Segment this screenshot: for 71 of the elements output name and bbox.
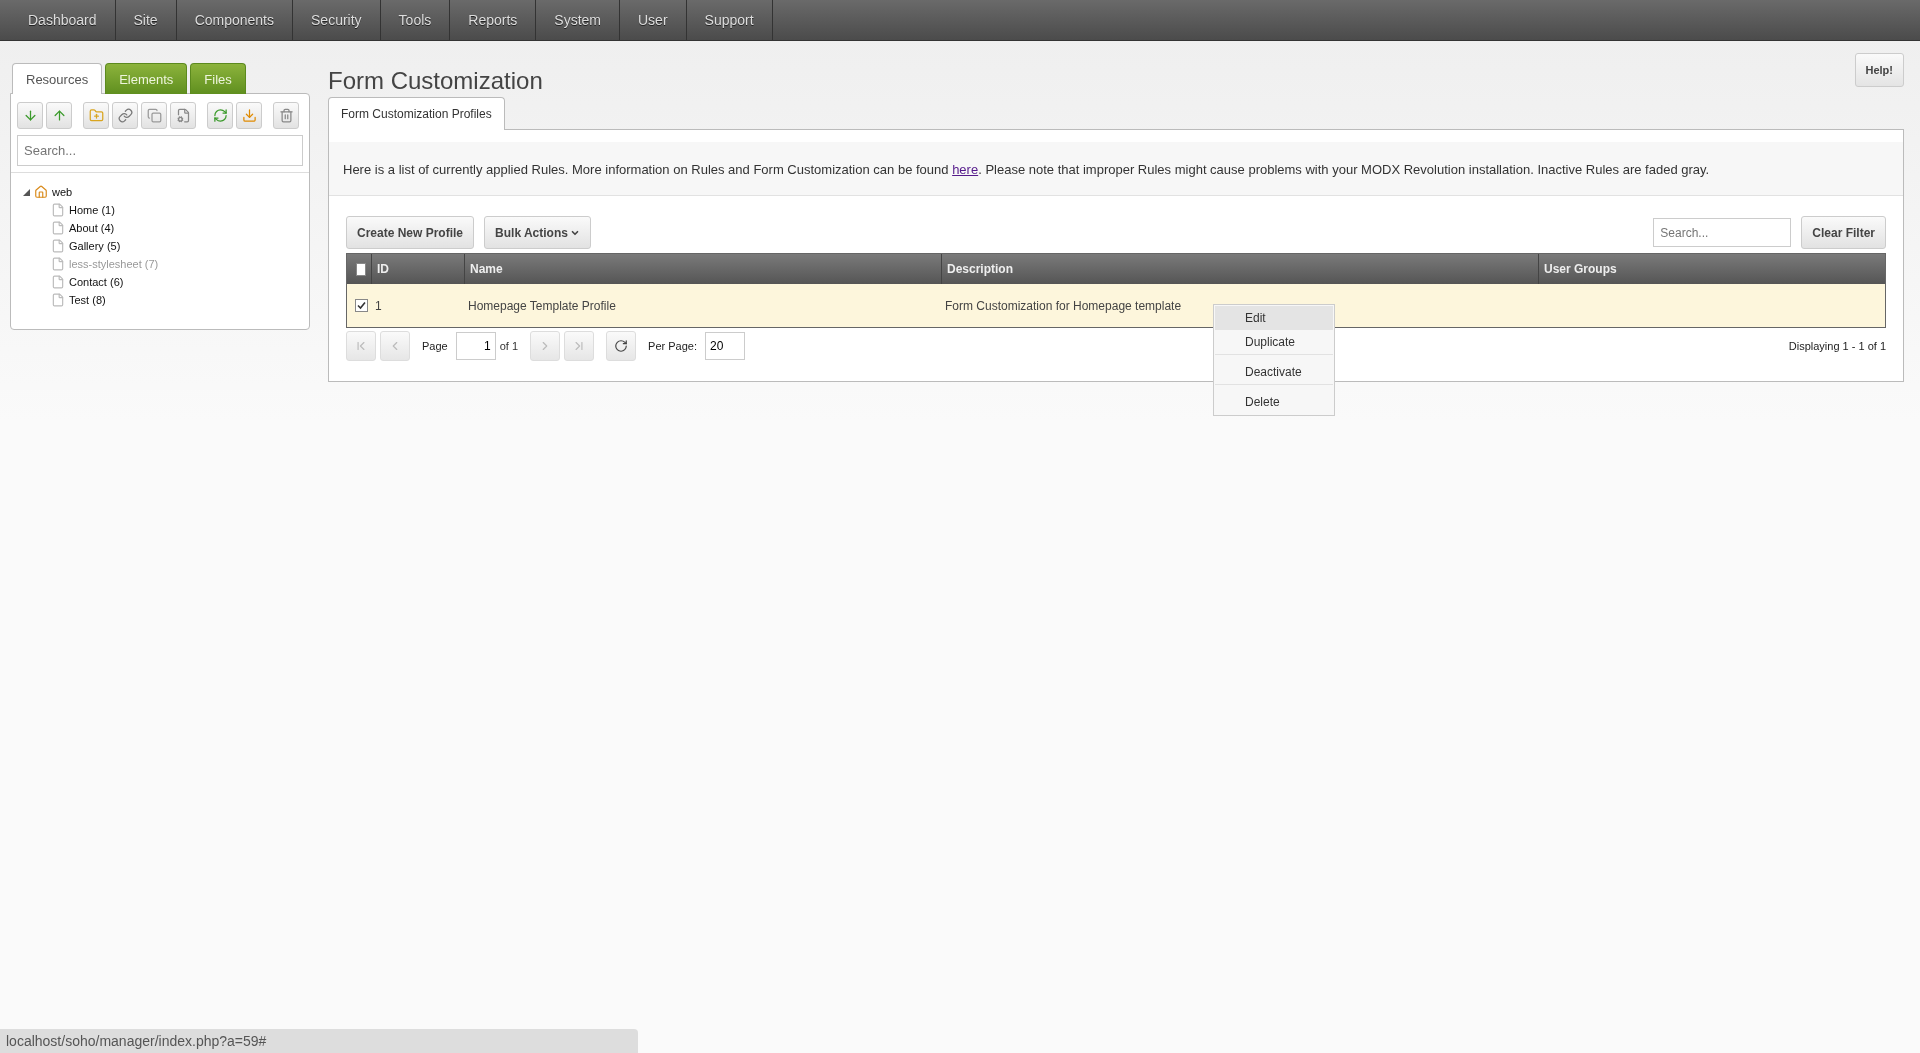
toolbar-button[interactable] [207,102,233,129]
toolbar-button[interactable] [17,102,43,129]
page-title: Form Customization [328,66,543,95]
status-bar-url: localhost/soho/manager/index.php?a=59# [0,1029,638,1053]
first-page-icon [354,339,368,353]
context-menu-item[interactable]: Edit [1215,306,1333,330]
toolbar-button[interactable] [236,102,262,129]
help-button[interactable]: Help! [1854,53,1904,87]
document-icon [51,203,65,217]
tree-node[interactable]: About (4) [69,222,115,234]
table-cell-text: 1 [374,297,383,315]
sidebar-tab[interactable]: Resources [12,63,103,94]
row-checkbox[interactable] [355,299,368,312]
refresh-icon [212,108,228,123]
content-tab[interactable]: Form Customization Profiles [328,97,505,130]
first-page-button[interactable] [346,331,376,361]
table-cell-text: Form Customization for Homepage template [944,297,1183,315]
refresh-icon [614,339,629,353]
page-count: of 1 [499,340,519,352]
nav-menu-item[interactable]: User [620,0,687,40]
context-menu-item[interactable]: Delete [1215,390,1333,414]
document-icon [51,257,65,271]
nav-menu-item[interactable]: Dashboard [10,0,116,40]
nav-menu-item[interactable]: Support [686,0,773,40]
dropdown-button[interactable]: Bulk Actions [484,216,591,249]
tree-node[interactable]: Gallery (5) [69,240,121,252]
nav-menu-item[interactable]: Security [293,0,381,40]
house-icon [34,185,48,199]
toolbar-button[interactable] [141,102,167,129]
context-menu-item[interactable]: Deactivate [1215,360,1333,385]
toolbar-button[interactable] [112,102,138,129]
toolbar-button[interactable] [170,102,196,129]
tree-node[interactable]: web [52,186,73,198]
search-field[interactable]: Search... [17,135,303,166]
nav-menu-item[interactable]: Reports [450,0,537,40]
nav-menu-item[interactable]: Site [115,0,177,40]
document-icon [51,239,65,253]
tree-node[interactable]: Contact (6) [69,276,124,288]
toolbar-button[interactable] [83,102,109,129]
file-gear-icon [175,108,191,123]
link-icon [117,108,133,123]
toolbar-button[interactable] [46,102,72,129]
expand-arrow-icon[interactable] [23,188,30,196]
nav-menu-item[interactable]: Components [176,0,293,40]
display-count: Displaying 1 - 1 of 1 [1788,340,1886,352]
filter-search-field[interactable]: Search... [1653,218,1792,247]
document-icon [51,293,65,307]
page-number-field[interactable]: 1 [455,332,496,360]
refresh-button[interactable] [606,331,637,361]
intro-text: Here is a list of currently applied Rules. More information on Rules and Form Customization can be found here. Please note that improper Rules might cause problems with your MODX Revolution installation. Inactive Rules are faded gray. [329,142,1903,196]
select-all-checkbox[interactable] [356,262,366,276]
nav-menu-item[interactable]: System [536,0,620,40]
last-page-button[interactable] [564,331,595,361]
per-page-label: Per Page: [648,340,697,352]
document-icon [51,275,65,289]
nav-menu-item[interactable]: Tools [380,0,451,40]
toolbar-button[interactable] [273,102,299,129]
page-label: Page [422,340,448,352]
per-page-field[interactable]: 20 [705,332,745,360]
checkmark-icon [357,301,366,310]
clear-filter-button[interactable]: Clear Filter [1801,216,1886,249]
tree-node[interactable]: Test (8) [69,294,106,306]
trash-icon [278,108,294,123]
folder-plus-icon [88,108,104,123]
table-cell-text: Homepage Template Profile [467,297,617,315]
action-button[interactable]: Create New Profile [346,216,475,249]
download-icon [241,108,257,123]
copy-icon [146,108,162,123]
context-menu-item[interactable]: Duplicate [1215,330,1333,355]
document-icon [51,221,65,235]
tree-node[interactable]: Home (1) [69,204,115,216]
